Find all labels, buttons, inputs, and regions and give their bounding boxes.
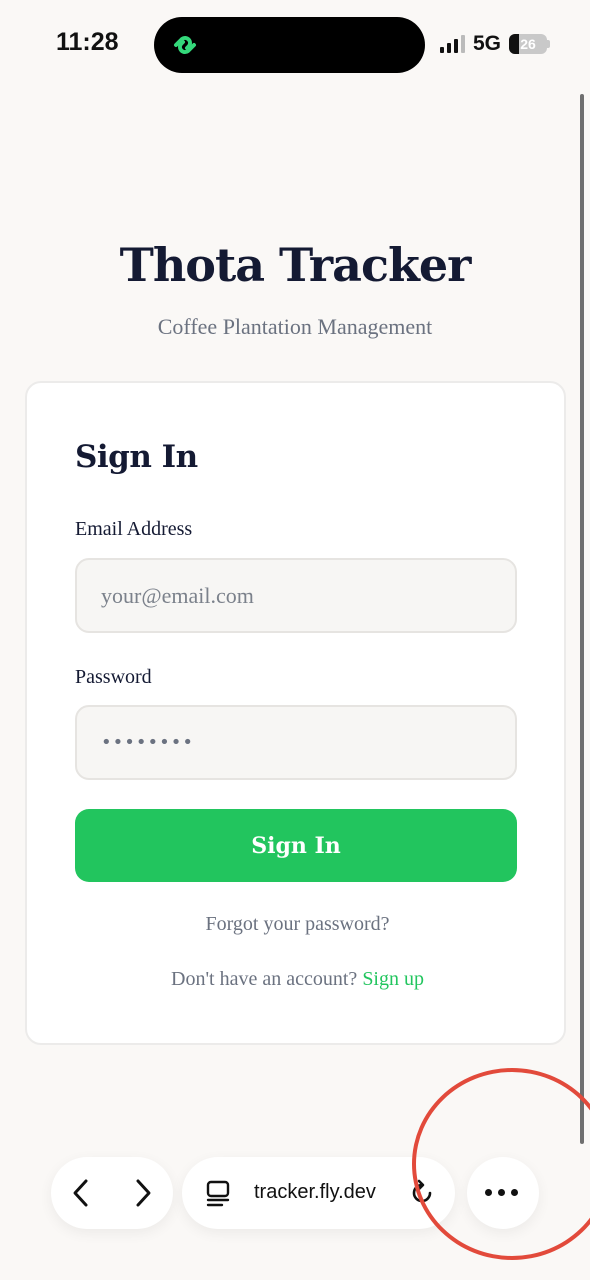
password-label: Password	[75, 666, 152, 688]
signal-icon	[439, 35, 465, 53]
more-button[interactable]	[467, 1157, 539, 1229]
network-label: 5G	[472, 32, 501, 55]
status-time: 11:28	[56, 28, 119, 56]
more-dots-icon	[485, 1189, 518, 1196]
status-indicators: 5G 26	[439, 30, 550, 58]
sign-in-button[interactable]: Sign In	[75, 809, 517, 882]
app-subtitle: Coffee Plantation Management	[157, 314, 433, 339]
signup-row: Don't have an account? Sign up	[27, 968, 568, 991]
forgot-password-link[interactable]: Forgot your password?	[27, 913, 568, 936]
dynamic-island	[154, 17, 425, 73]
email-label: Email Address	[75, 518, 193, 540]
reload-icon[interactable]	[407, 1178, 437, 1208]
password-field[interactable]	[75, 705, 517, 780]
status-bar: 11:28 5G 26	[0, 0, 590, 88]
navigation-pill	[51, 1157, 173, 1229]
battery-cap	[547, 40, 550, 48]
chevron-right-icon	[136, 1179, 151, 1207]
battery-icon: 26	[509, 34, 547, 54]
back-button[interactable]	[63, 1175, 99, 1211]
forward-button[interactable]	[125, 1175, 161, 1211]
tabs-icon[interactable]	[204, 1179, 232, 1207]
link-icon	[174, 36, 196, 54]
url-text[interactable]: tracker.fly.dev	[254, 1181, 394, 1204]
sign-in-card: Sign In Email Address Password Sign In F…	[25, 381, 566, 1045]
email-field[interactable]	[75, 558, 517, 633]
page-scrollbar[interactable]	[580, 94, 584, 1144]
signup-prompt: Don't have an account?	[171, 968, 358, 990]
sign-in-heading: Sign In	[75, 439, 198, 475]
battery-level: 26	[520, 36, 536, 52]
signup-link[interactable]: Sign up	[362, 968, 424, 990]
app-title: Thota Tracker	[119, 238, 472, 292]
chevron-left-icon	[73, 1179, 88, 1207]
address-bar[interactable]: tracker.fly.dev	[182, 1157, 455, 1229]
